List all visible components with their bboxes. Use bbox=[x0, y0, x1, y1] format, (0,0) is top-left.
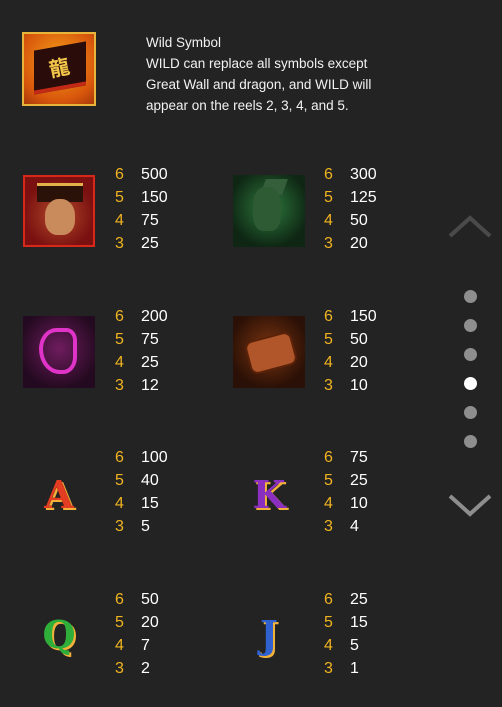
pay-count: 5 bbox=[115, 472, 124, 489]
pay-value: 25 bbox=[141, 235, 159, 252]
pay-value: 150 bbox=[141, 189, 168, 206]
pay-count: 5 bbox=[115, 614, 124, 631]
pay-value: 40 bbox=[141, 472, 159, 489]
horse-paytable: 6 200 5 75 4 25 3 12 bbox=[115, 305, 168, 397]
pay-count: 4 bbox=[324, 354, 333, 371]
pay-value: 75 bbox=[141, 212, 159, 229]
wild-title: Wild Symbol bbox=[146, 35, 222, 50]
pay-count: 4 bbox=[324, 495, 333, 512]
pay-value: 5 bbox=[141, 518, 150, 535]
pay-count: 6 bbox=[115, 308, 124, 325]
letter-j-glyph: J bbox=[260, 611, 278, 657]
pagination-dot[interactable] bbox=[464, 290, 477, 303]
terracotta-warrior-symbol-icon bbox=[233, 175, 305, 247]
pay-value: 15 bbox=[141, 495, 159, 512]
pay-count: 4 bbox=[115, 495, 124, 512]
pagination-dot[interactable] bbox=[464, 435, 477, 448]
pay-value: 100 bbox=[141, 449, 168, 466]
pagination-dot[interactable] bbox=[464, 319, 477, 332]
pay-count: 4 bbox=[324, 212, 333, 229]
wild-description-block: Wild Symbol WILD can replace all symbols… bbox=[146, 32, 396, 116]
pay-count: 6 bbox=[324, 591, 333, 608]
pagination-dot[interactable] bbox=[464, 406, 477, 419]
pay-value: 15 bbox=[350, 614, 368, 631]
scroll-paytable: 6 150 5 50 4 20 3 10 bbox=[324, 305, 377, 397]
wild-description: WILD can replace all symbols except Grea… bbox=[146, 56, 372, 113]
pagination-dot[interactable] bbox=[464, 377, 477, 390]
pay-value: 500 bbox=[141, 166, 168, 183]
pay-value: 200 bbox=[141, 308, 168, 325]
pay-count: 4 bbox=[115, 354, 124, 371]
pay-value: 2 bbox=[141, 660, 150, 677]
wild-flag-icon: 龍 bbox=[22, 32, 96, 106]
pay-value: 10 bbox=[350, 495, 368, 512]
pay-value: 50 bbox=[141, 591, 159, 608]
letter-j-symbol-icon: J bbox=[233, 598, 305, 670]
letter-q-paytable: 6 50 5 20 47 32 bbox=[115, 588, 159, 680]
letter-a-paytable: 6 100 5 40 4 15 35 bbox=[115, 446, 168, 538]
pay-count: 3 bbox=[324, 518, 333, 535]
pay-count: 5 bbox=[115, 331, 124, 348]
letter-k-symbol-icon: K bbox=[233, 458, 305, 530]
pay-value: 20 bbox=[141, 614, 159, 631]
letter-a-glyph: A bbox=[44, 471, 74, 517]
pay-count: 6 bbox=[324, 166, 333, 183]
pay-count: 6 bbox=[115, 449, 124, 466]
pay-count: 3 bbox=[115, 660, 124, 677]
letter-j-paytable: 6 25 5 15 45 31 bbox=[324, 588, 368, 680]
pay-value: 75 bbox=[350, 449, 368, 466]
pay-value: 150 bbox=[350, 308, 377, 325]
pay-value: 4 bbox=[350, 518, 359, 535]
emperor-symbol-icon bbox=[23, 175, 95, 247]
pay-value: 75 bbox=[141, 331, 159, 348]
pay-count: 6 bbox=[115, 166, 124, 183]
warrior-paytable: 6 300 5 125 4 50 3 20 bbox=[324, 163, 377, 255]
pay-count: 4 bbox=[115, 212, 124, 229]
chevron-down-icon[interactable] bbox=[448, 494, 492, 518]
pay-count: 6 bbox=[115, 591, 124, 608]
horse-symbol-icon bbox=[23, 316, 95, 388]
pay-count: 5 bbox=[115, 189, 124, 206]
pay-value: 5 bbox=[350, 637, 359, 654]
pay-count: 4 bbox=[324, 637, 333, 654]
pay-count: 5 bbox=[324, 331, 333, 348]
pay-value: 300 bbox=[350, 166, 377, 183]
pay-count: 3 bbox=[324, 660, 333, 677]
pay-value: 25 bbox=[350, 591, 368, 608]
pay-count: 3 bbox=[324, 235, 333, 252]
pay-value: 1 bbox=[350, 660, 359, 677]
scroll-symbol-icon bbox=[233, 316, 305, 388]
letter-k-paytable: 6 75 5 25 4 10 34 bbox=[324, 446, 368, 538]
pagination-dot[interactable] bbox=[464, 348, 477, 361]
pay-value: 7 bbox=[141, 637, 150, 654]
pay-value: 50 bbox=[350, 212, 368, 229]
letter-k-glyph: K bbox=[252, 471, 286, 517]
pay-value: 25 bbox=[350, 472, 368, 489]
pay-count: 3 bbox=[115, 377, 124, 394]
pay-count: 3 bbox=[324, 377, 333, 394]
emperor-paytable: 6 500 5 150 4 75 3 25 bbox=[115, 163, 168, 255]
pay-value: 25 bbox=[141, 354, 159, 371]
letter-q-symbol-icon: Q bbox=[23, 598, 95, 670]
pay-value: 125 bbox=[350, 189, 377, 206]
pay-count: 3 bbox=[115, 518, 124, 535]
pay-count: 4 bbox=[115, 637, 124, 654]
chevron-up-icon[interactable] bbox=[448, 214, 492, 238]
letter-a-symbol-icon: A bbox=[23, 458, 95, 530]
pay-count: 5 bbox=[324, 614, 333, 631]
pay-value: 50 bbox=[350, 331, 368, 348]
pay-count: 6 bbox=[324, 449, 333, 466]
pay-count: 5 bbox=[324, 189, 333, 206]
pay-value: 20 bbox=[350, 235, 368, 252]
pay-value: 10 bbox=[350, 377, 368, 394]
pay-count: 5 bbox=[324, 472, 333, 489]
pay-value: 20 bbox=[350, 354, 368, 371]
pay-count: 3 bbox=[115, 235, 124, 252]
pay-count: 6 bbox=[324, 308, 333, 325]
pay-value: 12 bbox=[141, 377, 159, 394]
letter-q-glyph: Q bbox=[42, 611, 76, 657]
